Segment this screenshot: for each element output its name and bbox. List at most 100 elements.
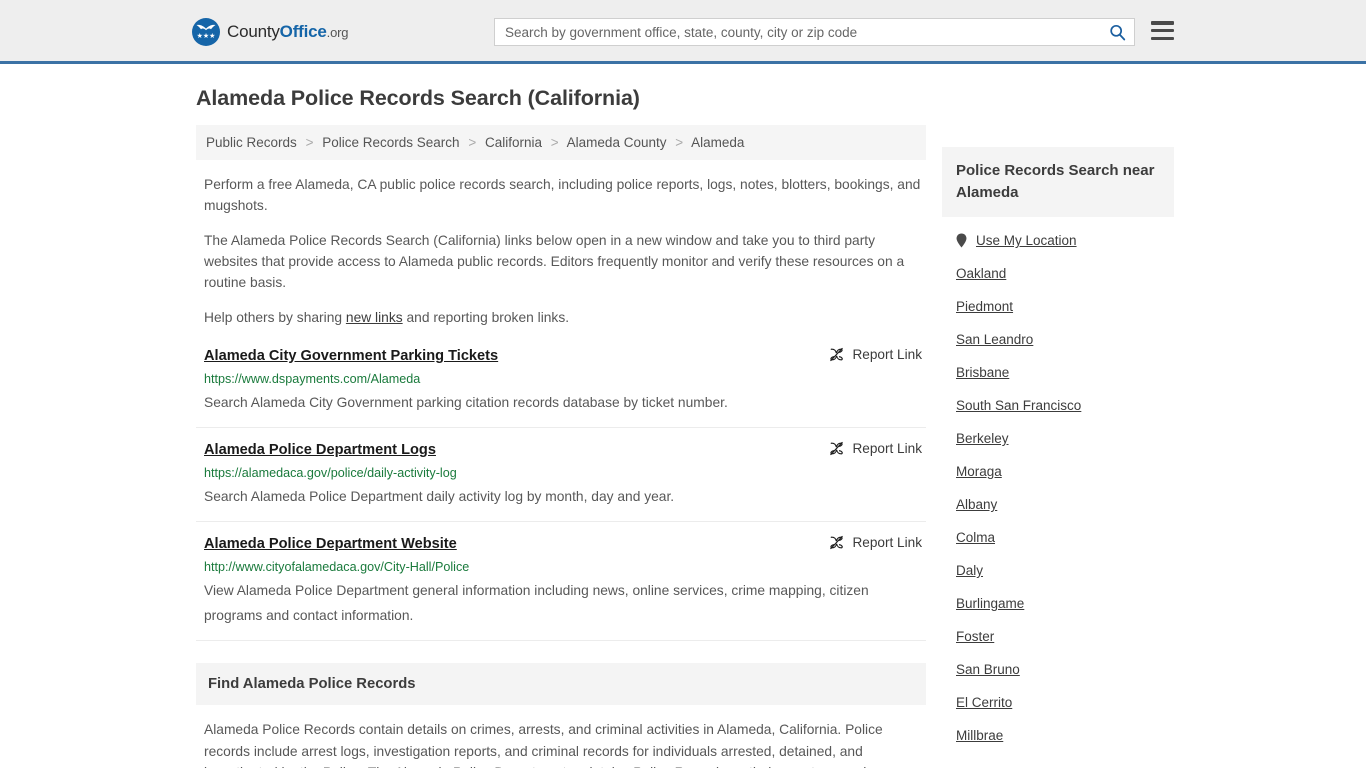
sidebar-item-brisbane[interactable]: Brisbane [956, 355, 1160, 388]
sidebar-city-link[interactable]: Colma [956, 530, 995, 545]
sidebar-city-link[interactable]: Millbrae [956, 728, 1003, 743]
search-button[interactable] [1100, 19, 1134, 45]
sidebar-city-link[interactable]: San Leandro [956, 332, 1033, 347]
sidebar-item-daly[interactable]: Daly [956, 553, 1160, 586]
result-item: Alameda City Government Parking Tickets … [196, 346, 926, 428]
three-stars-icon: ★★★ [196, 33, 216, 40]
hamburger-menu-icon[interactable] [1151, 21, 1174, 40]
sidebar-city-link[interactable]: El Cerrito [956, 695, 1012, 710]
search-input[interactable] [495, 19, 1100, 45]
sidebar-item-south-san-francisco[interactable]: South San Francisco [956, 388, 1160, 421]
find-records-section: Find Alameda Police Records Alameda Poli… [196, 663, 926, 768]
hamburger-bar [1151, 36, 1174, 40]
content-container: Alameda Police Records Search (Californi… [188, 86, 1178, 768]
result-url[interactable]: https://www.dspayments.com/Alameda [204, 371, 924, 387]
intro-text: Perform a free Alameda, CA public police… [196, 174, 926, 328]
page-title: Alameda Police Records Search (Californi… [196, 86, 640, 110]
sidebar-item-use-my-location[interactable]: Use My Location [956, 217, 1160, 256]
sidebar-item-colma[interactable]: Colma [956, 520, 1160, 553]
sidebar-city-link[interactable]: Piedmont [956, 299, 1013, 314]
breadcrumb-separator: > [468, 135, 477, 150]
map-pin-icon [956, 233, 967, 248]
sidebar-item-moraga[interactable]: Moraga [956, 454, 1160, 487]
breadcrumb-item-alameda[interactable]: Alameda [691, 135, 744, 150]
sidebar-item-el-cerrito[interactable]: El Cerrito [956, 685, 1160, 718]
sidebar-item-foster[interactable]: Foster [956, 619, 1160, 652]
content-row: Public Records > Police Records Search >… [196, 125, 1178, 768]
result-description: Search Alameda City Government parking c… [204, 395, 728, 410]
breadcrumb: Public Records > Police Records Search >… [196, 125, 926, 160]
result-title-link[interactable]: Alameda Police Department Logs [204, 440, 436, 460]
sidebar-item-burlingame[interactable]: Burlingame [956, 586, 1160, 619]
broken-link-icon [830, 441, 844, 456]
find-records-paragraph: Alameda Police Records contain details o… [204, 722, 889, 768]
sidebar-city-link[interactable]: Berkeley [956, 431, 1009, 446]
sidebar-city-link[interactable]: South San Francisco [956, 398, 1081, 413]
new-links-link[interactable]: new links [346, 310, 403, 325]
hamburger-bar [1151, 21, 1174, 25]
sidebar-item-millbrae[interactable]: Millbrae [956, 718, 1160, 751]
intro-p3-before: Help others by sharing [204, 310, 346, 325]
search-icon [1109, 24, 1125, 40]
result-header: Alameda Police Department Logs Report Li… [204, 440, 924, 460]
report-link-button[interactable]: Report Link [829, 441, 922, 456]
result-description: View Alameda Police Department general i… [204, 583, 869, 623]
sidebar-city-link[interactable]: Brisbane [956, 365, 1009, 380]
sidebar-city-link[interactable]: Foster [956, 629, 994, 644]
site-search[interactable] [494, 18, 1135, 46]
intro-p3-after: and reporting broken links. [402, 310, 570, 325]
result-item: Alameda Police Department Website Report… [196, 534, 926, 641]
sidebar-item-oakland[interactable]: Oakland [956, 256, 1160, 289]
sidebar-city-link[interactable]: Daly [956, 563, 983, 578]
broken-link-icon [830, 535, 844, 550]
result-item: Alameda Police Department Logs Report Li… [196, 440, 926, 522]
breadcrumb-item-california[interactable]: California [485, 135, 542, 150]
report-link-label: Report Link [852, 441, 922, 456]
sidebar-heading: Police Records Search near Alameda [942, 147, 1174, 217]
result-url[interactable]: http://www.cityofalamedaca.gov/City-Hall… [204, 559, 924, 575]
result-header: Alameda Police Department Website Report… [204, 534, 924, 554]
result-description: Search Alameda Police Department daily a… [204, 489, 675, 504]
sidebar-city-link[interactable]: Albany [956, 497, 997, 512]
sidebar-city-link[interactable]: Moraga [956, 464, 1002, 479]
breadcrumb-separator: > [550, 135, 559, 150]
sidebar-item-berkeley[interactable]: Berkeley [956, 421, 1160, 454]
find-records-body: Alameda Police Records contain details o… [196, 719, 926, 768]
sidebar-item-piedmont[interactable]: Piedmont [956, 289, 1160, 322]
result-title-link[interactable]: Alameda City Government Parking Tickets [204, 346, 498, 366]
sidebar-city-link[interactable]: Burlingame [956, 596, 1024, 611]
report-link-button[interactable]: Report Link [829, 347, 922, 362]
sidebar-city-link[interactable]: Oakland [956, 266, 1006, 281]
sidebar-item-albany[interactable]: Albany [956, 487, 1160, 520]
breadcrumb-separator: > [305, 135, 314, 150]
sidebar-item-san-leandro[interactable]: San Leandro [956, 322, 1160, 355]
countyoffice-eagle-logo-icon: ★★★ [192, 18, 220, 46]
site-logo[interactable]: ★★★ CountyOffice.org [192, 18, 348, 46]
site-header: ★★★ CountyOffice.org [0, 0, 1366, 64]
report-link-label: Report Link [852, 347, 922, 362]
report-link-button[interactable]: Report Link [829, 535, 922, 550]
find-records-heading: Find Alameda Police Records [196, 663, 926, 705]
use-my-location-link[interactable]: Use My Location [976, 233, 1077, 248]
breadcrumb-item-alameda-county[interactable]: Alameda County [567, 135, 667, 150]
sidebar: Police Records Search near Alameda Use M… [942, 125, 1174, 751]
page-body: Alameda Police Records Search (Californi… [0, 86, 1366, 768]
result-header: Alameda City Government Parking Tickets … [204, 346, 924, 366]
intro-paragraph-3: Help others by sharing new links and rep… [196, 307, 926, 328]
main-column: Public Records > Police Records Search >… [196, 125, 926, 768]
broken-link-icon [830, 347, 844, 362]
result-title-link[interactable]: Alameda Police Department Website [204, 534, 457, 554]
hamburger-bar [1151, 28, 1174, 33]
intro-paragraph-2: The Alameda Police Records Search (Calif… [204, 233, 905, 290]
sidebar-city-link[interactable]: San Bruno [956, 662, 1020, 677]
site-logo-text: CountyOffice.org [227, 22, 349, 41]
report-link-label: Report Link [852, 535, 922, 550]
breadcrumb-item-public-records[interactable]: Public Records [206, 135, 297, 150]
results-list: Alameda City Government Parking Tickets … [196, 346, 926, 641]
breadcrumb-item-police-records-search[interactable]: Police Records Search [322, 135, 459, 150]
breadcrumb-separator: > [675, 135, 684, 150]
eagle-icon [196, 24, 216, 31]
result-url[interactable]: https://alamedaca.gov/police/daily-activ… [204, 465, 924, 481]
sidebar-city-list: Use My Location Oakland Piedmont San Lea… [942, 217, 1174, 751]
sidebar-item-san-bruno[interactable]: San Bruno [956, 652, 1160, 685]
